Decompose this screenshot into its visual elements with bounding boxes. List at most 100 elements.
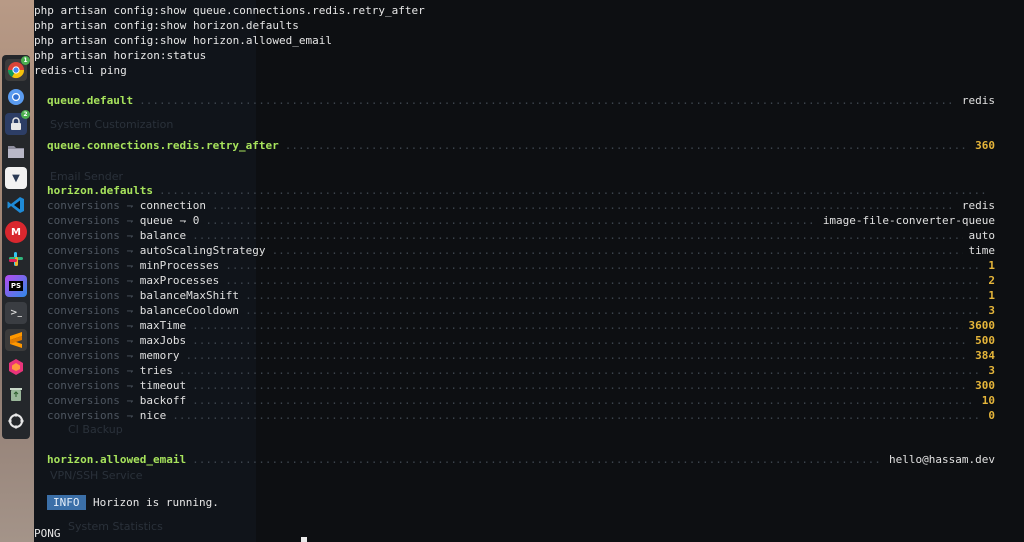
editor-icon[interactable]: ▼ (5, 167, 27, 189)
ping-output: PONG (34, 527, 61, 540)
config-value: 3600 (968, 319, 996, 332)
horizon-status-message: Horizon is running. (93, 496, 219, 509)
config-row-allowed-email: horizon.allowed_email hello@hassam.dev (47, 452, 995, 467)
config-row-horizon-default: conversions ⇁ backoff 10 (47, 393, 995, 408)
config-key: nice (139, 409, 167, 422)
config-value: time (968, 244, 996, 257)
config-value: 300 (975, 379, 995, 392)
config-row-horizon-default: conversions ⇁ maxJobs 500 (47, 333, 995, 348)
config-row-horizon-default: conversions ⇁ queue ⇁ 0 image-file-conver… (47, 213, 995, 228)
dot-leader (272, 243, 963, 258)
config-prefix: conversions ⇁ (47, 334, 140, 347)
dot-leader (245, 303, 982, 318)
config-key: autoScalingStrategy (139, 244, 266, 257)
config-row-horizon-default: conversions ⇁ connection redis (47, 198, 995, 213)
kubernetes-icon[interactable] (5, 356, 27, 378)
config-value: 10 (981, 394, 995, 407)
config-value: 360 (975, 139, 995, 152)
config-key: balanceCooldown (139, 304, 240, 317)
config-prefix: conversions ⇁ (47, 319, 140, 332)
dot-leader (225, 258, 982, 273)
dot-leader (192, 452, 883, 467)
config-key: maxJobs (139, 334, 187, 347)
config-value: 384 (975, 349, 995, 362)
dot-leader (185, 348, 969, 363)
trash-icon[interactable] (5, 383, 27, 405)
config-value: 3 (988, 364, 995, 377)
config-value: 3 (988, 304, 995, 317)
terminal-icon[interactable]: >_ (5, 302, 27, 324)
command-line: php artisan config:show horizon.defaults (34, 19, 299, 32)
config-value: 2 (988, 274, 995, 287)
config-row-horizon-default: conversions ⇁ balanceMaxShift 1 (47, 288, 995, 303)
dot-leader (172, 408, 982, 423)
config-prefix: conversions ⇁ (47, 229, 140, 242)
config-row-retry-after: queue.connections.redis.retry_after 360 (47, 138, 995, 153)
config-row-horizon-default: conversions ⇁ nice 0 (47, 408, 995, 423)
terminal-window[interactable]: php artisan config:show queue.connection… (34, 0, 1024, 542)
config-key: balanceMaxShift (139, 289, 240, 302)
config-prefix: conversions ⇁ (47, 364, 140, 377)
config-prefix: conversions ⇁ (47, 259, 140, 272)
config-prefix: conversions ⇁ (47, 244, 140, 257)
config-value: redis (961, 199, 995, 212)
config-key: tries (139, 364, 173, 377)
dot-leader (285, 138, 969, 153)
config-row-horizon-default: conversions ⇁ tries 3 (47, 363, 995, 378)
command-line: php artisan horizon:status (34, 49, 207, 62)
config-row-horizon-default: conversions ⇁ timeout 300 (47, 378, 995, 393)
dot-leader (192, 333, 969, 348)
config-key: connection (139, 199, 206, 212)
dot-leader (159, 183, 989, 198)
dot-leader (179, 363, 983, 378)
config-row-horizon-default: conversions ⇁ minProcesses 1 (47, 258, 995, 273)
config-key: horizon.defaults (47, 184, 153, 197)
config-value: 1 (988, 259, 995, 272)
vscode-icon[interactable] (5, 194, 27, 216)
dot-leader (192, 228, 962, 243)
config-row-horizon-default: conversions ⇁ maxTime 3600 (47, 318, 995, 333)
config-section-horizon-defaults: horizon.defaults (47, 183, 995, 198)
config-value: 500 (975, 334, 995, 347)
config-key: queue.connections.redis.retry_after (47, 139, 279, 152)
dot-leader (139, 93, 956, 108)
dot-leader (192, 378, 969, 393)
config-value: redis (961, 94, 995, 107)
config-row-horizon-default: conversions ⇁ maxProcesses 2 (47, 273, 995, 288)
config-prefix: conversions ⇁ (47, 304, 140, 317)
config-key: backoff (139, 394, 187, 407)
chromium-icon[interactable] (5, 86, 27, 108)
sublime-icon[interactable] (5, 329, 27, 351)
files-icon[interactable] (5, 140, 27, 162)
config-key: minProcesses (139, 259, 220, 272)
config-key: maxProcesses (139, 274, 220, 287)
config-key: queue.default (47, 94, 134, 107)
config-key: queue ⇁ 0 (139, 214, 200, 227)
command-line: php artisan config:show queue.connection… (34, 4, 425, 17)
slack-icon[interactable] (5, 248, 27, 270)
config-prefix: conversions ⇁ (47, 379, 140, 392)
config-value: hello@hassam.dev (889, 453, 995, 466)
mega-icon[interactable]: M (5, 221, 27, 243)
config-key: balance (139, 229, 187, 242)
config-key: horizon.allowed_email (47, 453, 187, 466)
command-line: php artisan config:show horizon.allowed_… (34, 34, 333, 47)
lock-app-badge: 2 (21, 110, 30, 119)
config-value: auto (968, 229, 996, 242)
command-line: redis-cli ping (34, 64, 127, 77)
config-row-horizon-default: conversions ⇁ balanceCooldown 3 (47, 303, 995, 318)
config-value: image-file-converter-queue (822, 214, 995, 227)
chrome-icon[interactable]: 1 (5, 56, 30, 81)
lock-app-icon[interactable]: 2 (5, 110, 30, 135)
config-key: memory (139, 349, 180, 362)
config-prefix: conversions ⇁ (47, 394, 140, 407)
config-key: maxTime (139, 319, 187, 332)
info-badge: INFO (47, 495, 86, 510)
config-row-queue-default: queue.default redis (47, 93, 995, 108)
config-key: timeout (139, 379, 187, 392)
dot-leader (245, 288, 982, 303)
config-row-horizon-default: conversions ⇁ autoScalingStrategy time (47, 243, 995, 258)
phpstorm-icon[interactable]: PS (5, 275, 27, 297)
apps-grid-icon[interactable] (5, 410, 27, 432)
dot-leader (212, 198, 956, 213)
